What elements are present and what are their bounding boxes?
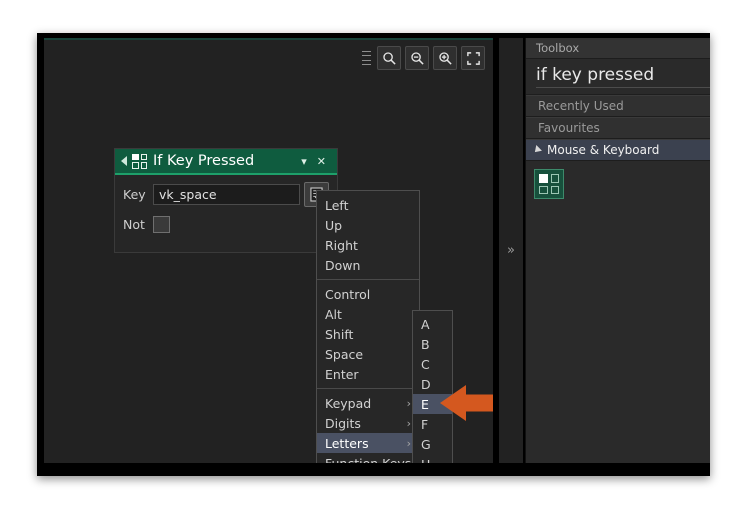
menu-item-down[interactable]: Down: [317, 255, 419, 275]
letter-item-g[interactable]: G: [413, 434, 452, 454]
not-field-label: Not: [123, 217, 145, 232]
toolbox-item-if-key-pressed[interactable]: [534, 169, 564, 199]
menu-item-label: Digits: [325, 415, 361, 431]
submenu-arrow-icon: ›: [406, 436, 411, 450]
panel-splitter[interactable]: »: [499, 38, 523, 463]
menu-item-label: Letters: [325, 435, 369, 451]
menu-item-label: Space: [325, 346, 364, 362]
submenu-arrow-icon: ›: [406, 416, 411, 430]
zoom-out-icon[interactable]: [405, 46, 429, 70]
menu-separator: [317, 388, 419, 389]
menu-item-label: Alt: [325, 306, 342, 322]
toolbox-panel: Toolbox if key pressed Recently Used Favo…: [525, 38, 710, 463]
menu-item-label: Enter: [325, 366, 359, 382]
canvas-toolbar: [362, 46, 485, 70]
menu-item-keypad[interactable]: Keypad ›: [317, 393, 419, 413]
letter-item-c[interactable]: C: [413, 354, 452, 374]
menu-separator: [317, 279, 419, 280]
fit-screen-icon[interactable]: [461, 46, 485, 70]
letter-item-b[interactable]: B: [413, 334, 452, 354]
menu-item-left[interactable]: Left: [317, 195, 419, 215]
menu-item-digits[interactable]: Digits ›: [317, 413, 419, 433]
menu-item-shift[interactable]: Shift: [317, 324, 419, 344]
toolbox-sections: Recently Used Favourites Mouse & Keyboard: [526, 95, 710, 161]
menu-item-control[interactable]: Control: [317, 284, 419, 304]
toolbox-section-label: Recently Used: [538, 99, 624, 113]
collapse-triangle-icon[interactable]: [121, 156, 127, 166]
menu-item-alt[interactable]: Alt: [317, 304, 419, 324]
toolbox-header: Toolbox: [526, 38, 710, 59]
menu-item-letters[interactable]: Letters ›: [317, 433, 419, 453]
menu-item-label: Keypad: [325, 395, 372, 411]
menu-item-space[interactable]: Space: [317, 344, 419, 364]
toolbox-section-recently-used[interactable]: Recently Used: [526, 95, 710, 117]
node-title: If Key Pressed: [153, 153, 255, 169]
node-body: Key vk_space Not: [115, 175, 337, 252]
key-field-label: Key: [123, 187, 146, 202]
submenu-arrow-icon: ›: [406, 396, 411, 410]
chevron-down-icon[interactable]: ▾: [296, 156, 312, 167]
letter-item-a[interactable]: A: [413, 314, 452, 334]
menu-item-label: Down: [325, 257, 361, 273]
field-row-not: Not: [123, 216, 329, 233]
node-if-key-pressed[interactable]: If Key Pressed ▾ ✕ Key vk_space Not: [114, 148, 338, 253]
menu-item-label: Left: [325, 197, 349, 213]
menu-item-up[interactable]: Up: [317, 215, 419, 235]
toolbox-section-favourites[interactable]: Favourites: [526, 117, 710, 139]
toolbox-section-label: Favourites: [538, 121, 600, 135]
annotation-arrow-icon: [440, 385, 493, 425]
expand-triangle-icon[interactable]: [532, 145, 542, 155]
menu-item-label: Control: [325, 286, 371, 302]
zoom-reset-icon[interactable]: [377, 46, 401, 70]
zoom-in-icon[interactable]: [433, 46, 457, 70]
toolbox-section-mouse-keyboard[interactable]: Mouse & Keyboard: [526, 139, 710, 161]
menu-item-right[interactable]: Right: [317, 235, 419, 255]
menu-item-label: Shift: [325, 326, 354, 342]
not-checkbox[interactable]: [153, 216, 170, 233]
toolbox-search-row[interactable]: if key pressed: [526, 59, 710, 95]
menu-item-label: Right: [325, 237, 358, 253]
close-icon[interactable]: ✕: [312, 156, 331, 167]
toolbox-items: [526, 161, 710, 199]
key-input[interactable]: vk_space: [153, 184, 300, 205]
search-input[interactable]: if key pressed: [536, 65, 710, 88]
field-row-key: Key vk_space: [123, 182, 329, 207]
grip-handle[interactable]: [362, 51, 371, 65]
menu-item-enter[interactable]: Enter: [317, 364, 419, 384]
menu-item-label: Up: [325, 217, 343, 233]
toolbox-section-label: Mouse & Keyboard: [547, 143, 660, 157]
node-titlebar[interactable]: If Key Pressed ▾ ✕: [115, 149, 337, 175]
editor-canvas[interactable]: If Key Pressed ▾ ✕ Key vk_space Not Left…: [44, 38, 493, 465]
collapse-panel-handle[interactable]: »: [507, 243, 515, 258]
window-bottom-border: [37, 463, 710, 476]
application-window: If Key Pressed ▾ ✕ Key vk_space Not Left…: [37, 33, 710, 476]
grid-2x2-icon: [132, 153, 147, 169]
key-context-menu[interactable]: Left Up Right Down Control Alt Shift Space Enter…: [316, 190, 420, 465]
